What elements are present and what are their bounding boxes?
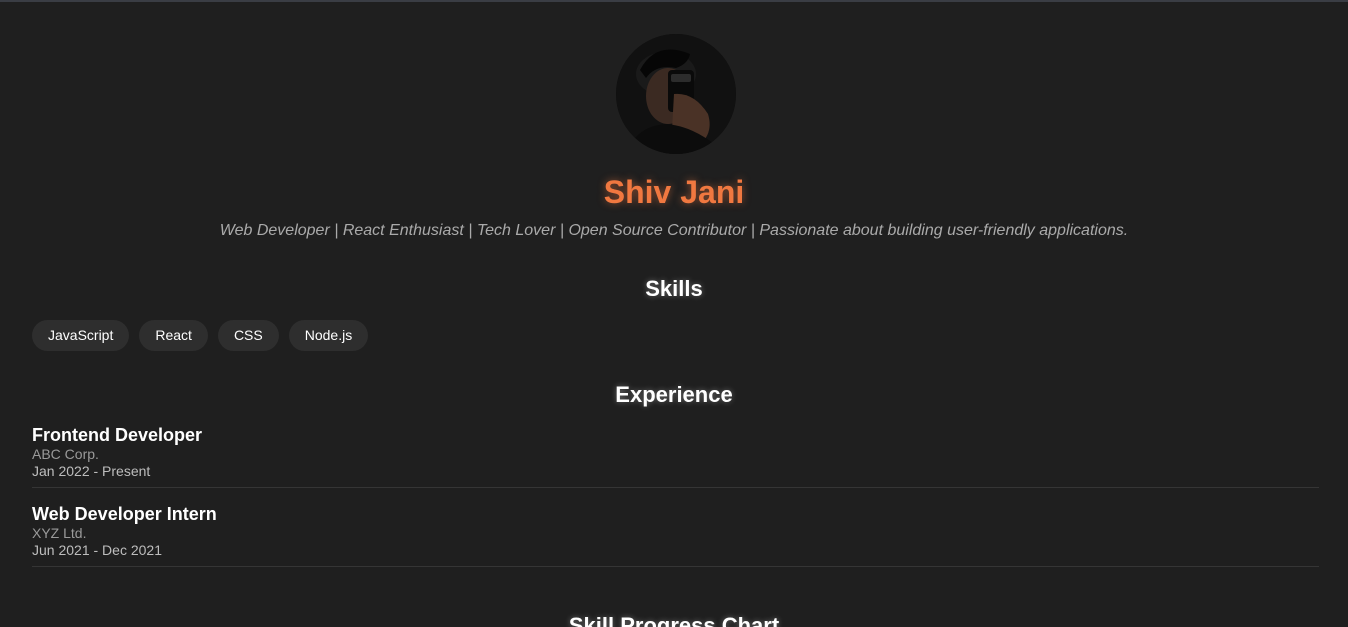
window-top-border xyxy=(0,0,1348,2)
experience-list: Frontend Developer ABC Corp. Jan 2022 - … xyxy=(32,424,1319,582)
profile-bio: Web Developer | React Enthusiast | Tech … xyxy=(219,222,1129,239)
experience-heading: Experience xyxy=(615,382,733,407)
experience-role: Web Developer Intern xyxy=(32,504,217,524)
experience-role: Frontend Developer xyxy=(32,425,203,445)
experience-item: Web Developer Intern XYZ Ltd. Jun 2021 -… xyxy=(32,503,1319,567)
profile-name: Shiv Jani xyxy=(603,174,745,210)
profile-page: Shiv Jani Web Developer | React Enthusia… xyxy=(0,0,1348,627)
avatar xyxy=(616,34,736,154)
skills-heading: Skills xyxy=(645,276,703,301)
skills-list: JavaScript React CSS Node.js xyxy=(32,320,369,351)
skill-chip-css: CSS xyxy=(217,320,279,351)
experience-company: XYZ Ltd. xyxy=(32,525,87,541)
avatar-photo-icon xyxy=(616,34,736,154)
experience-company: ABC Corp. xyxy=(32,446,99,462)
experience-dates: Jun 2021 - Dec 2021 xyxy=(32,542,162,558)
experience-item: Frontend Developer ABC Corp. Jan 2022 - … xyxy=(32,424,1319,488)
skill-chart-heading: Skill Progress Chart xyxy=(568,613,780,627)
skill-chip-nodejs: Node.js xyxy=(288,320,369,351)
skill-chip-react: React xyxy=(139,320,208,351)
experience-dates: Jan 2022 - Present xyxy=(32,463,151,479)
skill-chip-javascript: JavaScript xyxy=(32,320,130,351)
